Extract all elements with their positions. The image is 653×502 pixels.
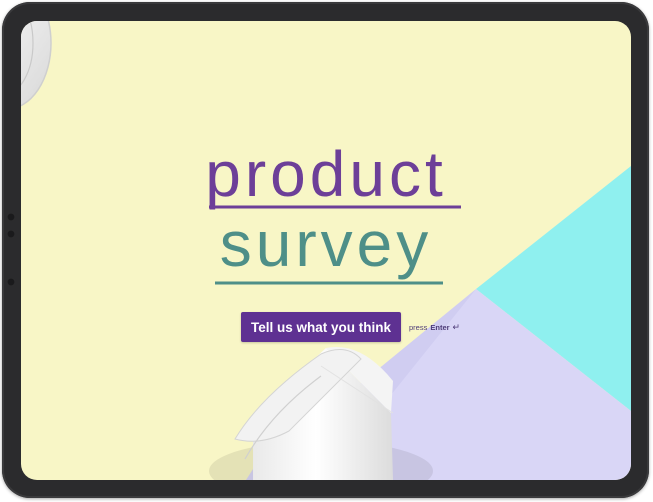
side-button [7, 213, 15, 221]
side-button [7, 278, 15, 286]
press-label: press [409, 322, 428, 332]
tablet-device: product survey Tell us what you think pr… [0, 0, 653, 502]
product-survey-logo: product survey [205, 141, 461, 285]
title-line-1: product [205, 141, 446, 210]
tell-us-button[interactable]: Tell us what you think [241, 312, 402, 342]
side-button [7, 230, 15, 238]
enter-key-label: Enter [430, 322, 450, 332]
press-enter-hint: press Enter ↵ [409, 322, 460, 333]
tablet-screen: product survey Tell us what you think pr… [21, 21, 631, 480]
title-line-2: survey [220, 208, 433, 280]
enter-icon: ↵ [452, 321, 461, 332]
cta-row: Tell us what you think press Enter ↵ [241, 312, 460, 342]
